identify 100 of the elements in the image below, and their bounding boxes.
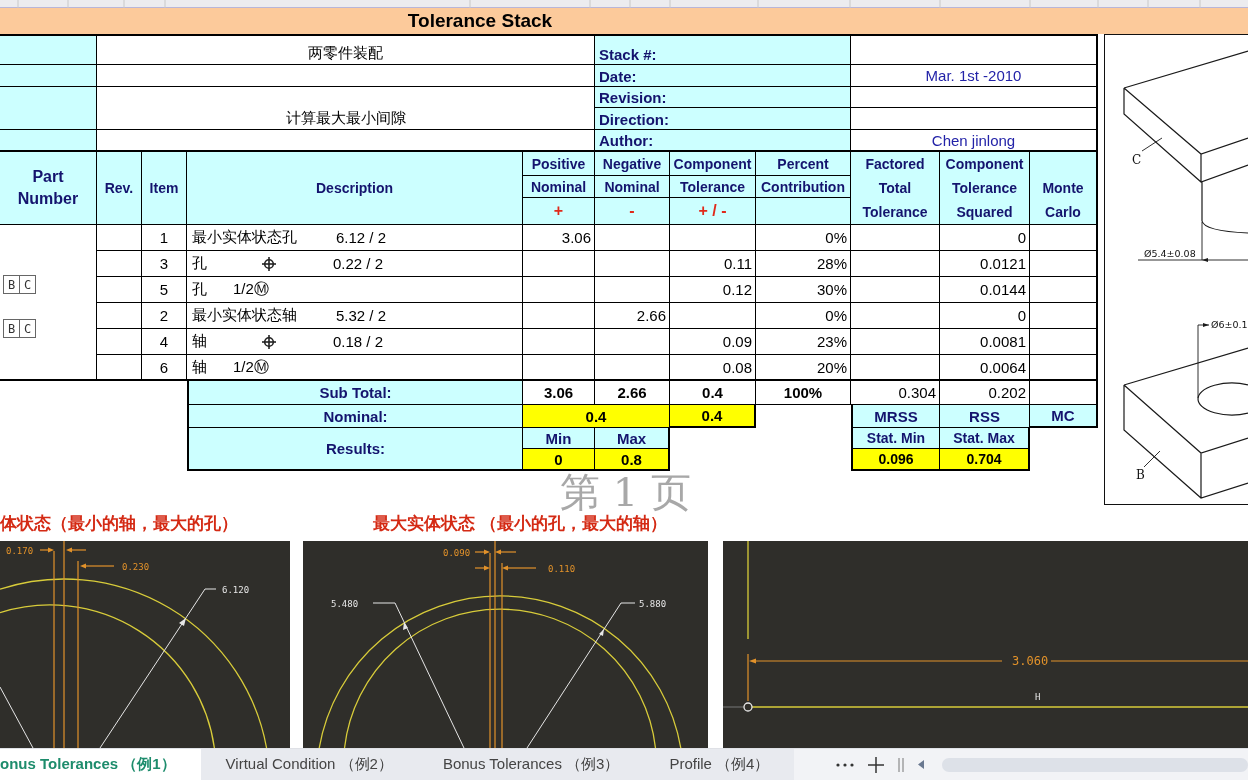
- total-cell: 0.4: [670, 381, 756, 405]
- nominal-value: 0.4: [523, 405, 670, 428]
- column-header: Item: [142, 152, 187, 225]
- total-cell: 3.06: [523, 381, 595, 405]
- statistic-label: Stat. Max: [940, 428, 1030, 449]
- dimension-arrow: [39, 547, 54, 553]
- statistic-value: 0.704: [940, 449, 1030, 471]
- dimension-arrow: [474, 549, 490, 555]
- row-label: Nominal:: [187, 405, 523, 428]
- table-cell: 0.09: [670, 329, 756, 355]
- feature-name: 最小实体状态轴: [192, 306, 298, 325]
- sheet-tab[interactable]: Virtual Condition （例2）: [200, 749, 418, 780]
- sign-header: -: [595, 198, 670, 225]
- scroll-left-icon[interactable]: [918, 760, 925, 769]
- column-header: Description: [187, 152, 523, 225]
- feature-value: 1/2Ⓜ: [233, 280, 269, 299]
- table-cell: 0.0081: [940, 329, 1030, 355]
- dimension-label: 0.170: [6, 546, 34, 556]
- datum-letter: C: [19, 319, 36, 338]
- datum-letter: B: [3, 275, 20, 294]
- dimension-label: Ø6±0.1: [1211, 319, 1248, 330]
- result-value: 0: [523, 449, 595, 471]
- dimension-label: 5.480: [331, 599, 359, 609]
- dimension-label: 5.880: [639, 599, 667, 609]
- column-header: Rev.: [97, 152, 142, 225]
- feature-name: 孔: [192, 280, 208, 299]
- dimension-arrow: [66, 547, 87, 553]
- table-cell: 6: [142, 355, 187, 381]
- table-cell: 23%: [756, 329, 851, 355]
- dimension-label: Ø5.4±0.08: [1144, 248, 1196, 259]
- position-symbol-icon: [262, 334, 276, 349]
- splitter-handle-icon[interactable]: [898, 757, 905, 772]
- position-symbol-icon: [262, 256, 276, 271]
- dimension-arrow: [495, 549, 517, 555]
- sheet-tab[interactable]: onus Tolerances （例1）: [0, 749, 201, 780]
- statistic-value: 0.096: [851, 449, 940, 471]
- table-cell: 3: [142, 251, 187, 277]
- table-cell: 3.06: [523, 225, 595, 251]
- result-label: Max: [595, 428, 670, 449]
- table-cell: 5: [142, 277, 187, 303]
- row-label: Sub Total:: [187, 381, 523, 405]
- column-header: Component Tolerance Squared: [940, 152, 1030, 225]
- dimension-label: 0.230: [122, 562, 150, 572]
- table-cell: 20%: [756, 355, 851, 381]
- field-label: Direction:: [595, 108, 851, 130]
- feature-name: 最小实体状态孔: [192, 228, 298, 247]
- sheet-tab[interactable]: Profile （例4）: [644, 749, 795, 780]
- feature-name: 轴: [192, 332, 208, 351]
- total-cell: 0.202: [940, 381, 1030, 405]
- field-label: Date:: [595, 65, 851, 87]
- sheet-tab[interactable]: Bonus Tolerances （例3）: [417, 749, 645, 780]
- axis-line: [723, 706, 745, 708]
- column-header: Negative: [595, 152, 670, 176]
- table-cell: 0.12: [670, 277, 756, 303]
- field-label: Stack #:: [595, 34, 851, 65]
- dimension-arrow: [474, 565, 490, 571]
- total-cell: 100%: [756, 381, 851, 405]
- table-cell: 0.0064: [940, 355, 1030, 381]
- table-cell: 4: [142, 329, 187, 355]
- feature-value: 6.12 / 2: [336, 229, 387, 246]
- field-value: Mar. 1st -2010: [851, 65, 1098, 87]
- leader-line: [1141, 137, 1163, 152]
- sign-header: + / -: [670, 198, 756, 225]
- table-cell: 0.0144: [940, 277, 1030, 303]
- total-cell: 0.304: [851, 381, 940, 405]
- result-value: 0.8: [595, 449, 670, 471]
- part-label: B: [1136, 468, 1145, 482]
- dimension-label: 6.120: [222, 585, 250, 595]
- plus-icon[interactable]: [868, 756, 885, 773]
- feature-value: 0.22 / 2: [333, 255, 384, 272]
- feature-value: 1/2Ⓜ: [233, 357, 269, 377]
- statistic-label: Stat. Min: [851, 428, 940, 449]
- table-cell: 2: [142, 303, 187, 329]
- table-cell: 30%: [756, 277, 851, 303]
- figure-caption: 体状态（最小的轴，最大的孔）: [0, 512, 238, 535]
- column-header: Factored Total Tolerance: [851, 152, 940, 225]
- feature-name: 孔: [192, 254, 208, 273]
- feature-value: 0.18 / 2: [333, 333, 384, 350]
- statistic-label: RSS: [940, 405, 1030, 428]
- column-header: Nominal: [523, 176, 595, 198]
- nominal-value: 0.4: [670, 405, 756, 428]
- feature-value: 5.32 / 2: [336, 307, 387, 324]
- statistic-label: MRSS: [851, 405, 940, 428]
- statistic-label: MC: [1030, 405, 1098, 428]
- column-header: Nominal: [595, 176, 670, 198]
- datum-letter: B: [3, 319, 20, 338]
- page-number-label: 第 1 页: [560, 472, 691, 512]
- dimension-label: 3.060: [1012, 654, 1049, 668]
- assembly-title: 两零件装配: [97, 34, 595, 65]
- point-marker-icon: [743, 702, 753, 712]
- row-label: Results:: [187, 428, 523, 471]
- table-cell: 28%: [756, 251, 851, 277]
- part-label: C: [1132, 153, 1142, 167]
- more-icon[interactable]: [836, 762, 855, 767]
- total-cell: 2.66: [595, 381, 670, 405]
- column-header: Component: [670, 152, 756, 176]
- column-header: Tolerance: [670, 176, 756, 198]
- dimension-label: 0.110: [548, 564, 576, 574]
- table-cell: 1: [142, 225, 187, 251]
- leader-line: [1143, 450, 1161, 468]
